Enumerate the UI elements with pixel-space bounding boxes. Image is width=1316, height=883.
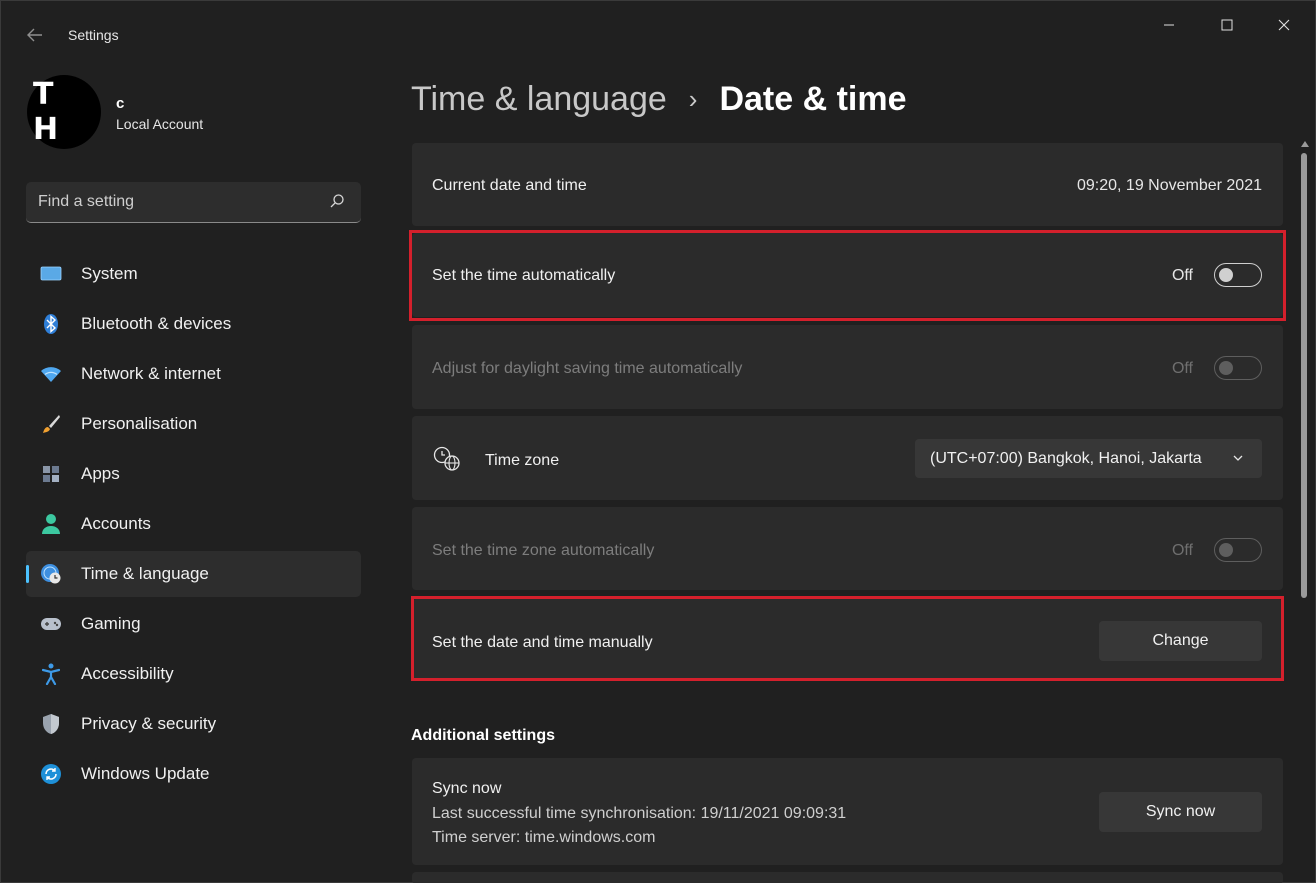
apps-icon [40, 463, 62, 485]
close-icon [1278, 19, 1290, 31]
maximize-icon [1221, 19, 1233, 31]
sidebar-item-apps[interactable]: Apps [26, 451, 361, 497]
sidebar-item-windows-update[interactable]: Windows Update [26, 751, 361, 797]
sidebar-item-label: Privacy & security [81, 714, 217, 733]
breadcrumb: Time & language › Date & time [411, 77, 907, 121]
sync-card: Sync now Last successful time synchronis… [412, 758, 1283, 865]
back-button[interactable] [21, 23, 49, 47]
highlight-box [411, 596, 1284, 681]
sidebar-item-label: Bluetooth & devices [81, 314, 232, 333]
daylight-saving-toggle[interactable] [1214, 356, 1262, 380]
time-zone-auto-state: Off [1171, 542, 1193, 559]
current-datetime-card: Current date and time 09:20, 19 November… [412, 143, 1283, 226]
sidebar-item-time-language[interactable]: Time & language [26, 551, 361, 597]
current-datetime-label: Current date and time [432, 177, 587, 194]
scrollbar-thumb[interactable] [1301, 153, 1307, 598]
sync-now-button[interactable]: Sync now [1099, 792, 1262, 832]
highlight-box [409, 230, 1286, 321]
sidebar-item-label: Network & internet [81, 364, 221, 383]
chevron-down-icon [1233, 455, 1243, 461]
back-arrow-icon [27, 28, 42, 42]
minimize-icon [1164, 24, 1174, 26]
sidebar-nav: System Bluetooth & devices Network & int… [26, 251, 361, 801]
sidebar-item-network[interactable]: Network & internet [26, 351, 361, 397]
next-card-partial [412, 872, 1283, 883]
time-server-text: Time server: time.windows.com [432, 829, 656, 846]
sync-title: Sync now [432, 780, 502, 797]
gamepad-icon [40, 613, 62, 635]
page-title: Date & time [719, 79, 907, 118]
brush-icon [40, 413, 62, 435]
scroll-up-icon[interactable] [1301, 141, 1309, 147]
time-zone-value: (UTC+07:00) Bangkok, Hanoi, Jakarta [930, 450, 1202, 467]
sidebar-item-label: Apps [81, 464, 120, 483]
wifi-icon [40, 363, 62, 385]
accessibility-icon [40, 663, 62, 685]
user-name: c [116, 95, 125, 112]
breadcrumb-chevron-icon: › [688, 83, 698, 114]
maximize-button[interactable] [1207, 13, 1247, 37]
sidebar-item-personalisation[interactable]: Personalisation [26, 401, 361, 447]
time-zone-globe-icon [433, 446, 460, 471]
time-zone-auto-label: Set the time zone automatically [432, 542, 655, 559]
last-sync-text: Last successful time synchronisation: 19… [432, 805, 847, 822]
time-zone-auto-toggle[interactable] [1214, 538, 1262, 562]
toggle-knob [1219, 543, 1233, 557]
sidebar-item-label: Windows Update [81, 764, 210, 783]
close-button[interactable] [1264, 13, 1304, 37]
minimize-button[interactable] [1149, 13, 1189, 37]
title-bar: Settings [1, 1, 1315, 47]
time-zone-auto-card: Set the time zone automatically Off [412, 507, 1283, 590]
monitor-icon [40, 263, 62, 285]
shield-icon [40, 713, 62, 735]
time-zone-dropdown[interactable]: (UTC+07:00) Bangkok, Hanoi, Jakarta [915, 439, 1262, 478]
daylight-saving-label: Adjust for daylight saving time automati… [432, 360, 743, 377]
search-input[interactable] [38, 191, 318, 213]
sidebar-item-label: Accounts [81, 514, 151, 533]
daylight-saving-state: Off [1171, 360, 1193, 377]
person-icon [40, 513, 62, 535]
settings-window: Settings T H c Local Account System [0, 0, 1316, 883]
sidebar-item-privacy[interactable]: Privacy & security [26, 701, 361, 747]
sidebar-item-gaming[interactable]: Gaming [26, 601, 361, 647]
sidebar-item-accounts[interactable]: Accounts [26, 501, 361, 547]
sidebar-item-label: Personalisation [81, 414, 198, 433]
time-zone-label: Time zone [485, 452, 560, 469]
globe-clock-icon [40, 563, 62, 585]
section-title: Additional settings [411, 727, 555, 744]
sidebar-item-label: System [81, 264, 138, 283]
account-type: Local Account [116, 116, 204, 132]
avatar[interactable]: T H [27, 75, 101, 149]
app-title: Settings [68, 27, 119, 43]
sidebar-item-bluetooth[interactable]: Bluetooth & devices [26, 301, 361, 347]
sidebar-item-system[interactable]: System [26, 251, 361, 297]
breadcrumb-parent[interactable]: Time & language [411, 80, 667, 119]
scrollbar[interactable] [1299, 141, 1311, 881]
time-zone-card: Time zone (UTC+07:00) Bangkok, Hanoi, Ja… [412, 416, 1283, 500]
search-icon[interactable] [329, 193, 345, 209]
update-icon [40, 763, 62, 785]
daylight-saving-card: Adjust for daylight saving time automati… [412, 325, 1283, 409]
search-box[interactable] [26, 182, 361, 223]
sidebar-item-label: Gaming [81, 614, 141, 633]
current-datetime-value: 09:20, 19 November 2021 [1076, 177, 1262, 194]
bluetooth-icon [40, 313, 62, 335]
toggle-knob [1219, 361, 1233, 375]
sidebar-item-label: Accessibility [81, 664, 174, 683]
sidebar-item-label: Time & language [81, 564, 209, 583]
sidebar-item-accessibility[interactable]: Accessibility [26, 651, 361, 697]
